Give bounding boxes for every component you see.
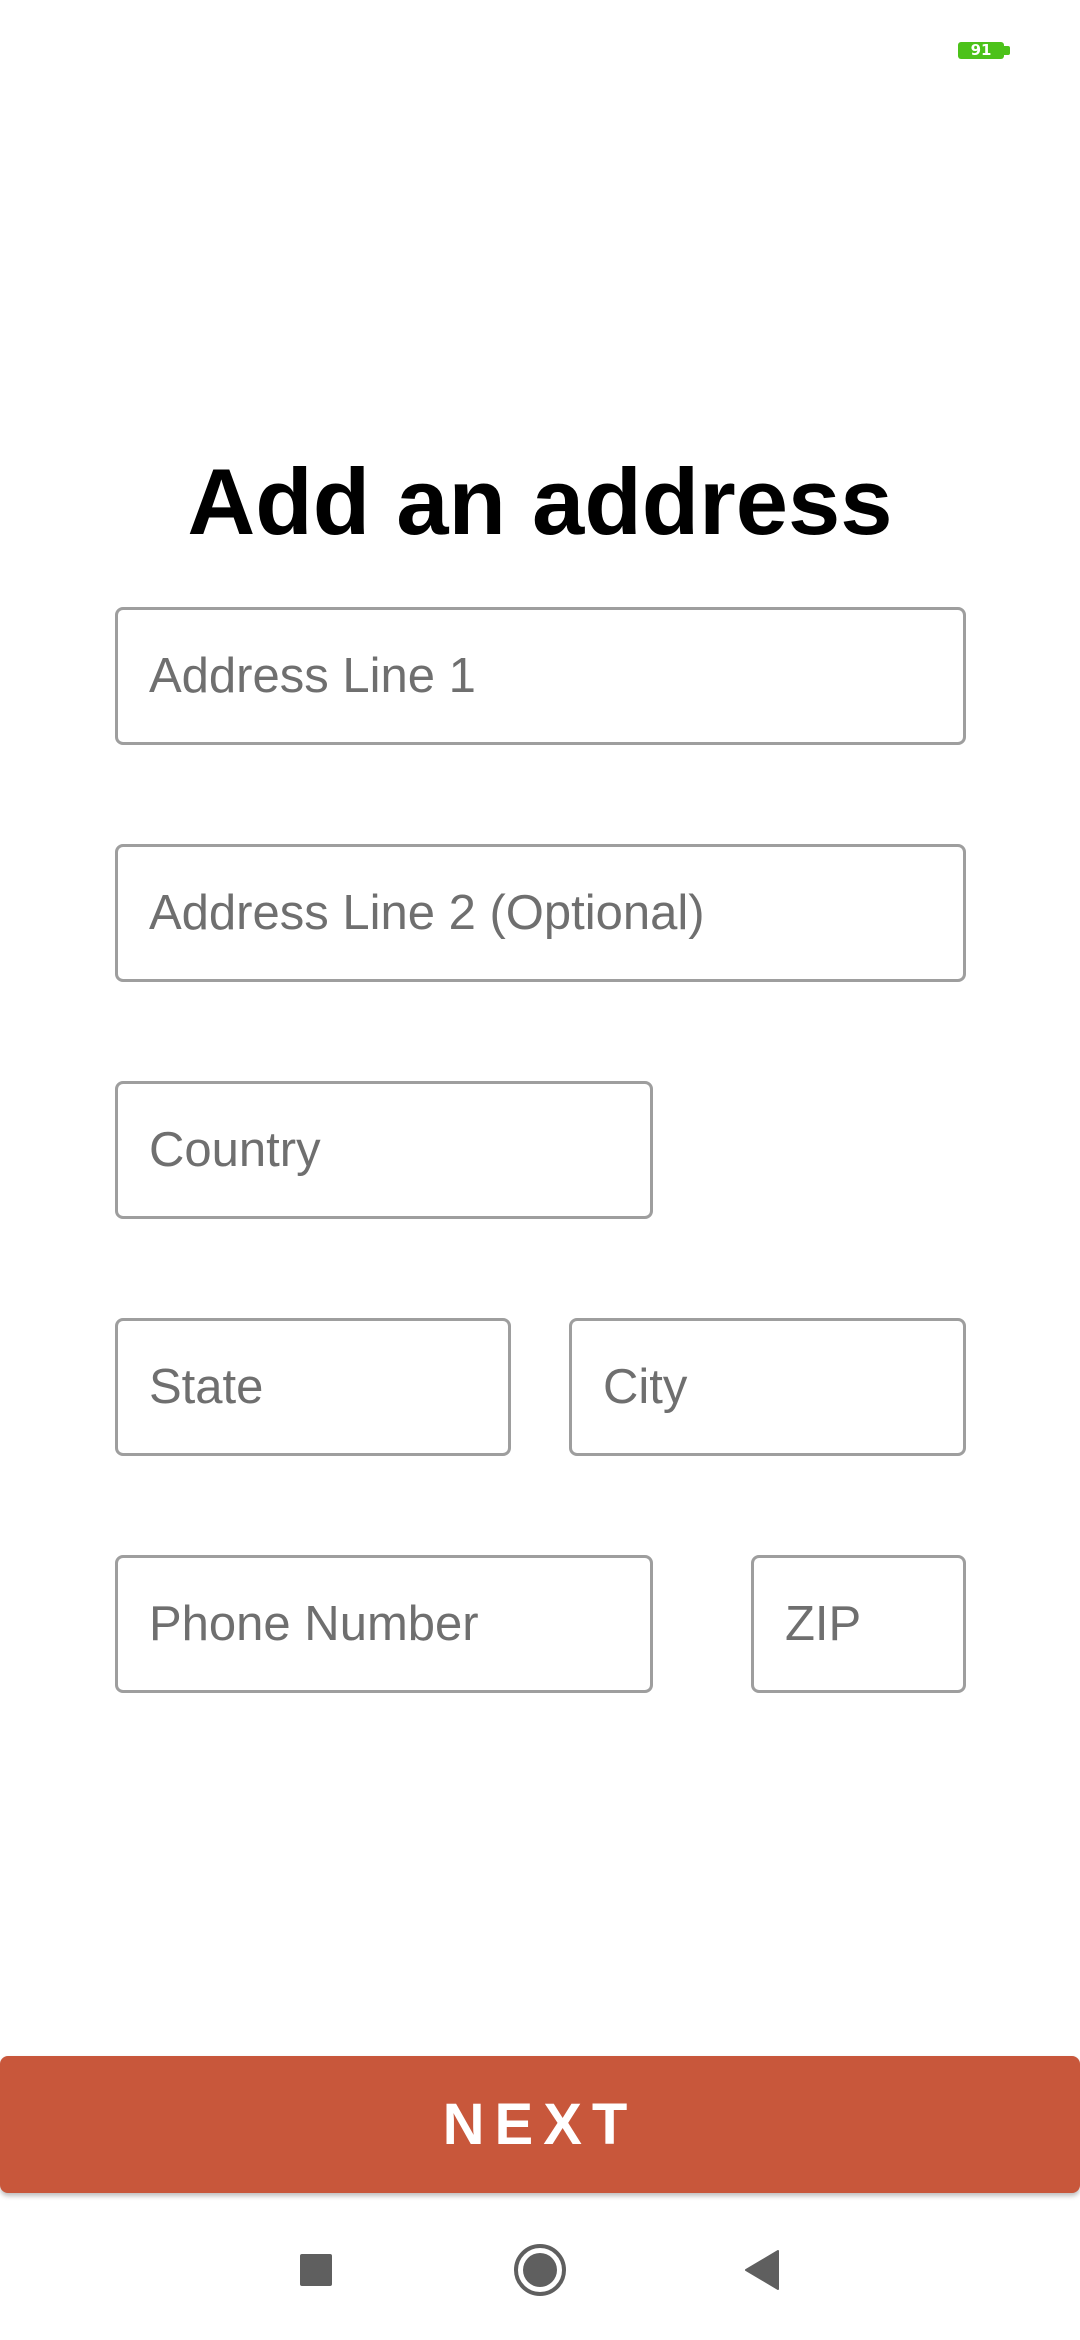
address-line-1-input[interactable] [115,607,966,745]
circle-icon [514,2244,566,2296]
battery-icon: 91 [958,41,1010,59]
recents-button[interactable] [256,2200,376,2340]
battery-level: 91 [970,41,992,59]
status-bar: 91 [0,0,1080,100]
city-input[interactable] [569,1318,966,1456]
back-button[interactable] [702,2200,822,2340]
phone-number-input[interactable] [115,1555,653,1693]
address-line-2-input[interactable] [115,844,966,982]
triangle-back-icon [745,2250,779,2290]
home-button[interactable] [480,2200,600,2340]
next-button[interactable]: NEXT [0,2056,1080,2193]
navigation-bar [0,2200,1080,2340]
country-input[interactable] [115,1081,653,1219]
page-title: Add an address [187,449,893,554]
state-input[interactable] [115,1318,511,1456]
zip-input[interactable] [751,1555,966,1693]
square-icon [300,2254,332,2286]
